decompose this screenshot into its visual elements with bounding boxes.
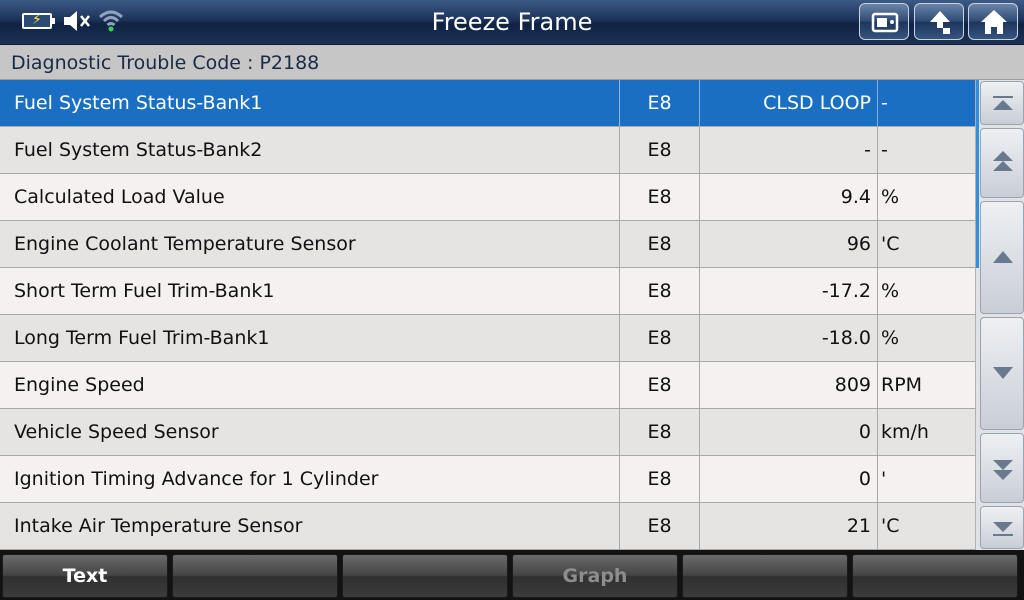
chevron-up-icon xyxy=(993,251,1013,263)
parameter-value: - xyxy=(700,127,878,173)
parameter-unit: - xyxy=(881,92,888,114)
screenshot-button[interactable] xyxy=(859,3,909,40)
parameter-value: 809 xyxy=(700,362,878,408)
parameter-name: Short Term Fuel Trim-Bank1 xyxy=(0,268,620,314)
parameter-name: Vehicle Speed Sensor xyxy=(0,409,620,455)
text-button[interactable]: Text xyxy=(2,554,168,598)
parameter-value: 0 xyxy=(700,409,878,455)
line-up-button[interactable] xyxy=(980,201,1024,314)
parameter-value: -18.0 xyxy=(700,315,878,361)
dtc-header: Diagnostic Trouble Code : P2188 xyxy=(0,45,1024,80)
module-id: E8 xyxy=(620,174,700,220)
table-row[interactable]: Engine Speed E8 809 RPM xyxy=(0,362,975,409)
freeze-frame-table: Fuel System Status-Bank1 E8 CLSD LOOP - Fuel… xyxy=(0,80,975,550)
scroll-bottom-button[interactable] xyxy=(980,506,1024,549)
parameter-unit: % xyxy=(881,186,900,208)
parameter-value: 9.4 xyxy=(700,174,878,220)
parameter-unit: % xyxy=(881,280,900,302)
function-button-6[interactable] xyxy=(852,554,1018,598)
function-button-5[interactable] xyxy=(682,554,848,598)
home-button[interactable] xyxy=(968,3,1018,40)
module-id: E8 xyxy=(620,315,700,361)
table-row[interactable]: Fuel System Status-Bank2 E8- - xyxy=(0,127,975,174)
scroll-bottom-icon xyxy=(993,522,1013,536)
parameter-name: Ignition Timing Advance for 1 Cylinder xyxy=(0,456,620,502)
parameter-value: 96 xyxy=(700,221,878,267)
table-row[interactable]: Engine Coolant Temperature Sensor E8 96 'C xyxy=(0,221,975,268)
parameter-value: 21 xyxy=(700,503,878,549)
parameter-name: Engine Speed xyxy=(0,362,620,408)
graph-button[interactable]: Graph xyxy=(512,554,678,598)
scrollbar[interactable] xyxy=(975,80,1024,550)
table-row[interactable]: Long Term Fuel Trim-Bank1 E8 -18.0% xyxy=(0,315,975,362)
scroll-top-button[interactable] xyxy=(980,81,1024,125)
double-chevron-up-icon xyxy=(993,151,1013,171)
parameter-name: Intake Air Temperature Sensor xyxy=(0,503,620,549)
parameter-unit: km/h xyxy=(881,421,929,443)
parameter-unit: % xyxy=(881,327,900,349)
module-id: E8 xyxy=(620,409,700,455)
camera-icon xyxy=(871,12,899,33)
table-row[interactable]: Short Term Fuel Trim-Bank1 E8 -17.2% xyxy=(0,268,975,315)
table-row[interactable]: Fuel System Status-Bank1 E8 CLSD LOOP - xyxy=(0,80,975,127)
parameter-name: Calculated Load Value xyxy=(0,174,620,220)
module-id: E8 xyxy=(620,127,700,173)
up-arrow-icon xyxy=(930,11,950,34)
scroll-thumb[interactable] xyxy=(976,80,979,268)
function-bar: Text Graph xyxy=(0,550,1024,600)
table-row[interactable]: Calculated Load Value E8 9.4% xyxy=(0,174,975,221)
module-id: E8 xyxy=(620,362,700,408)
table-row[interactable]: Vehicle Speed Sensor E8 0 km/h xyxy=(0,409,975,456)
module-id: E8 xyxy=(620,268,700,314)
function-button-2[interactable] xyxy=(172,554,338,598)
dtc-label: Diagnostic Trouble Code : P2188 xyxy=(11,52,320,74)
page-up-button[interactable] xyxy=(980,128,1024,198)
parameter-name: Engine Coolant Temperature Sensor xyxy=(0,221,620,267)
parameter-value: CLSD LOOP xyxy=(700,80,878,126)
module-id: E8 xyxy=(620,80,700,126)
parameter-value: 0 xyxy=(700,456,878,502)
page-down-button[interactable] xyxy=(980,433,1024,503)
parameter-name: Long Term Fuel Trim-Bank1 xyxy=(0,315,620,361)
module-id: E8 xyxy=(620,503,700,549)
table-row[interactable]: Ignition Timing Advance for 1 Cylinder E8… xyxy=(0,456,975,503)
home-icon xyxy=(981,10,1007,34)
module-id: E8 xyxy=(620,221,700,267)
parameter-unit: 'C xyxy=(881,515,900,537)
line-down-button[interactable] xyxy=(980,317,1024,430)
parameter-unit: ' xyxy=(881,468,887,490)
table-row[interactable]: Intake Air Temperature Sensor E8 21 'C xyxy=(0,503,975,550)
chevron-down-icon xyxy=(993,367,1013,379)
parameter-name: Fuel System Status-Bank2 xyxy=(0,127,620,173)
module-id: E8 xyxy=(620,456,700,502)
scroll-top-icon xyxy=(993,96,1013,110)
parameter-value: -17.2 xyxy=(700,268,878,314)
double-chevron-down-icon xyxy=(993,460,1013,480)
parameter-unit: RPM xyxy=(881,374,923,396)
parameter-unit: 'C xyxy=(881,233,900,255)
parameter-name: Fuel System Status-Bank1 xyxy=(0,80,620,126)
function-button-3[interactable] xyxy=(342,554,508,598)
parameter-unit: - xyxy=(881,139,888,161)
back-button[interactable] xyxy=(914,3,964,40)
title-bar: ⚡ Freeze Frame xyxy=(0,0,1024,45)
